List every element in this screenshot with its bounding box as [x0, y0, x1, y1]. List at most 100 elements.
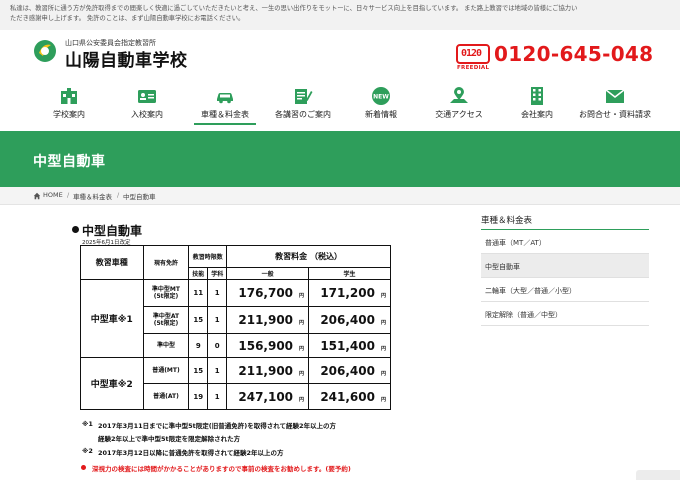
header-hours: 教習時限数: [188, 245, 228, 268]
nav-item-car-fees[interactable]: 車種＆料金表: [186, 86, 264, 126]
section-title: 中型自動車: [82, 224, 143, 238]
sidebar-item-limit-removal[interactable]: 限定解除（普通／中型）: [481, 302, 649, 326]
header-skill: 技能: [188, 267, 209, 280]
sidebar-item-label: 限定解除（普通／中型）: [485, 311, 562, 319]
global-nav: 学校案内 入校案内 車種＆料金表 各講習のご案内 NEW 新着情報 交通アクセス…: [30, 86, 655, 126]
page-title: 中型自動車: [33, 154, 106, 170]
school-logo-icon: [34, 40, 56, 62]
student-fee-cell: 206,400 円: [308, 306, 391, 334]
title-bullet: [72, 226, 79, 233]
office-building-icon: [531, 87, 543, 105]
skill-cell: 9: [188, 333, 209, 358]
depth-perception-note: 深視力の検査には時間がかかることがありますので事前の検査をお勧めします。(要予約…: [92, 465, 351, 473]
freedial-phone[interactable]: 0120 FREEDIAL 0120-645-048: [456, 42, 653, 74]
brand-name: 山陽自動車学校: [65, 51, 188, 71]
new-badge-icon: NEW: [372, 87, 390, 105]
header-fee: 教習料金 （税込）: [226, 245, 391, 268]
header-license: 現有免許: [142, 245, 190, 280]
skill-cell: 11: [188, 279, 209, 307]
footnote-1-line-1: 2017年3月11日までに準中型5t限定(旧普通免許)を取得されて経験2年以上の…: [98, 422, 337, 430]
breadcrumb-car-fees[interactable]: 車種＆料金表: [73, 191, 112, 201]
page-top-button[interactable]: [636, 470, 680, 480]
car-icon: [217, 93, 233, 104]
nav-item-school[interactable]: 学校案内: [30, 86, 108, 126]
student-fee-cell: 206,400 円: [308, 357, 391, 384]
theory-cell: 0: [207, 333, 228, 358]
freedial-mark: 0120: [461, 48, 482, 59]
table-row: 中型車※2 普通(MT) 15 1 211,900 円 206,400 円: [80, 357, 391, 410]
breadcrumb-separator: /: [67, 191, 70, 199]
nav-item-admission[interactable]: 入校案内: [108, 86, 186, 126]
nav-item-access[interactable]: 交通アクセス: [420, 86, 498, 126]
footnote-1-mark: ※1: [82, 420, 93, 428]
nav-item-company[interactable]: 会社案内: [498, 86, 576, 126]
sidebar-item-label: 普通車（MT／AT）: [485, 239, 546, 247]
nav-active-indicator: [194, 123, 256, 125]
license-cell: 普通(AT): [142, 383, 190, 410]
nav-item-contact[interactable]: お問合せ・資料請求: [576, 86, 654, 126]
nav-label: 入校案内: [131, 110, 163, 119]
skill-cell: 19: [188, 383, 209, 410]
header-general: 一般: [226, 267, 310, 280]
skill-cell: 15: [188, 306, 209, 334]
breadcrumb-separator: /: [117, 191, 120, 199]
license-cell: 準中型AT (5t限定): [142, 306, 190, 334]
sidebar-item-label: 中型自動車: [485, 263, 520, 271]
nav-label: お問合せ・資料請求: [579, 110, 651, 119]
license-cell: 普通(MT): [142, 357, 190, 384]
nav-item-courses[interactable]: 各講習のご案内: [264, 86, 342, 126]
fee-table: 教習車種 現有免許 教習時限数 教習料金 （税込） 技能 学科 一般 学生 中型…: [80, 245, 391, 410]
header-student: 学生: [308, 267, 391, 280]
student-fee-cell: 151,400 円: [308, 333, 391, 358]
student-fee-cell: 241,600 円: [308, 383, 391, 410]
general-fee-cell: 176,700 円: [226, 279, 310, 307]
sidebar-item-medium-car[interactable]: 中型自動車: [481, 254, 649, 278]
sidebar-item-motorcycle[interactable]: 二輪車（大型／普通／小型）: [481, 278, 649, 302]
general-fee-cell: 211,900 円: [226, 306, 310, 334]
phone-number: 0120-645-048: [494, 42, 654, 66]
nav-label: 学校案内: [53, 110, 85, 119]
nav-item-news[interactable]: NEW 新着情報: [342, 86, 420, 126]
breadcrumb-home[interactable]: HOME: [43, 191, 63, 199]
notice-line-2: ただき感謝申し上げます。 免許のことは、まず山陽自動車学校にお電話ください。: [10, 15, 245, 22]
table-row: 中型車※1 準中型MT (5t限定) 11 1 176,700 円 171,200 円: [80, 279, 391, 358]
breadcrumb: HOME / 車種＆料金表 / 中型自動車: [0, 187, 680, 205]
skill-cell: 15: [188, 357, 209, 384]
license-cell: 準中型: [142, 333, 190, 358]
freedial-label: FREEDIAL: [457, 65, 490, 71]
svg-text:NEW: NEW: [373, 94, 389, 101]
warning-dot-icon: [81, 465, 86, 470]
license-cell: 準中型MT (5t限定): [142, 279, 190, 307]
home-icon: [33, 192, 41, 200]
breadcrumb-current: 中型自動車: [123, 193, 156, 201]
general-fee-cell: 211,900 円: [226, 357, 310, 384]
category-cell: 中型車※2: [80, 357, 144, 410]
nav-label: 会社案内: [521, 110, 553, 119]
sidebar-item-label: 二輪車（大型／普通／小型）: [485, 287, 576, 295]
nav-label: 新着情報: [365, 110, 397, 119]
sidebar-item-regular-car[interactable]: 普通車（MT／AT）: [481, 230, 649, 254]
general-fee-cell: 156,900 円: [226, 333, 310, 358]
footnote-2-line-1: 2017年3月12日以降に普通免許を取得されて経験2年以上の方: [98, 449, 284, 457]
brand-logo-link[interactable]: 山口県公安委員会指定教習所 山陽自動車学校: [33, 38, 233, 71]
school-building-icon: [61, 88, 77, 104]
freedial-icon: 0120: [456, 44, 490, 64]
id-card-icon: [138, 90, 156, 103]
theory-cell: 1: [207, 357, 228, 384]
envelope-icon: [605, 89, 625, 103]
header-theory: 学科: [207, 267, 228, 280]
nav-label: 交通アクセス: [435, 110, 483, 119]
sidebar-title: 車種＆料金表: [481, 216, 533, 226]
notice-bar: 私達は、教習所に通う方が免許取得までの間楽しく快適に過ごしていただきたいと考え、…: [0, 0, 680, 30]
nav-label: 各講習のご案内: [275, 110, 331, 119]
footnote-1-line-2: 経験2年以上で準中型5t限定を限定解除された方: [98, 435, 241, 443]
footnote-2-mark: ※2: [82, 447, 93, 455]
student-fee-cell: 171,200 円: [308, 279, 391, 307]
category-cell: 中型車※1: [80, 279, 144, 358]
theory-cell: 1: [207, 279, 228, 307]
nav-label: 車種＆料金表: [201, 110, 249, 119]
notice-line-1: 私達は、教習所に通う方が免許取得までの間楽しく快適に過ごしていただきたいと考え、…: [10, 5, 578, 12]
pen-note-icon: [295, 89, 313, 104]
general-fee-cell: 247,100 円: [226, 383, 310, 410]
theory-cell: 1: [207, 306, 228, 334]
